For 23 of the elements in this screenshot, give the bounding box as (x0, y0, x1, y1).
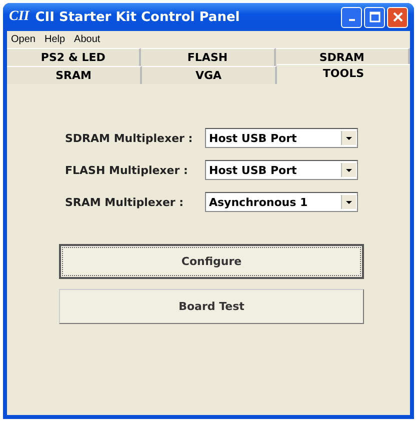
close-button[interactable] (387, 6, 408, 28)
close-icon (392, 11, 404, 23)
field-label: FLASH Multiplexer : (65, 164, 189, 176)
dropdown[interactable]: Host USB Port (205, 160, 358, 180)
app-logo: CII (9, 9, 30, 25)
dropdown[interactable]: Host USB Port (205, 128, 358, 148)
tab[interactable]: PS2 & LED (7, 48, 142, 66)
menu-item[interactable]: About (74, 34, 100, 45)
maximize-icon (368, 11, 380, 23)
push-button[interactable]: Configure (59, 244, 364, 279)
field-label: SRAM Multiplexer : (65, 196, 185, 208)
minimize-button[interactable] (341, 6, 362, 28)
tab[interactable]: VGA (142, 66, 277, 84)
maximize-button[interactable] (364, 6, 385, 28)
menu-item[interactable]: Open (11, 34, 36, 45)
tab[interactable]: FLASH (141, 48, 276, 66)
menu-item[interactable]: Help (44, 34, 66, 45)
push-button[interactable]: Board Test (59, 289, 364, 324)
minimize-icon (348, 19, 354, 21)
window-title: CII Starter Kit Control Panel (35, 10, 241, 24)
dropdown[interactable]: Asynchronous 1 (205, 192, 358, 212)
field-label: SDRAM Multiplexer : (65, 132, 194, 144)
tab[interactable]: SRAM (7, 66, 142, 84)
